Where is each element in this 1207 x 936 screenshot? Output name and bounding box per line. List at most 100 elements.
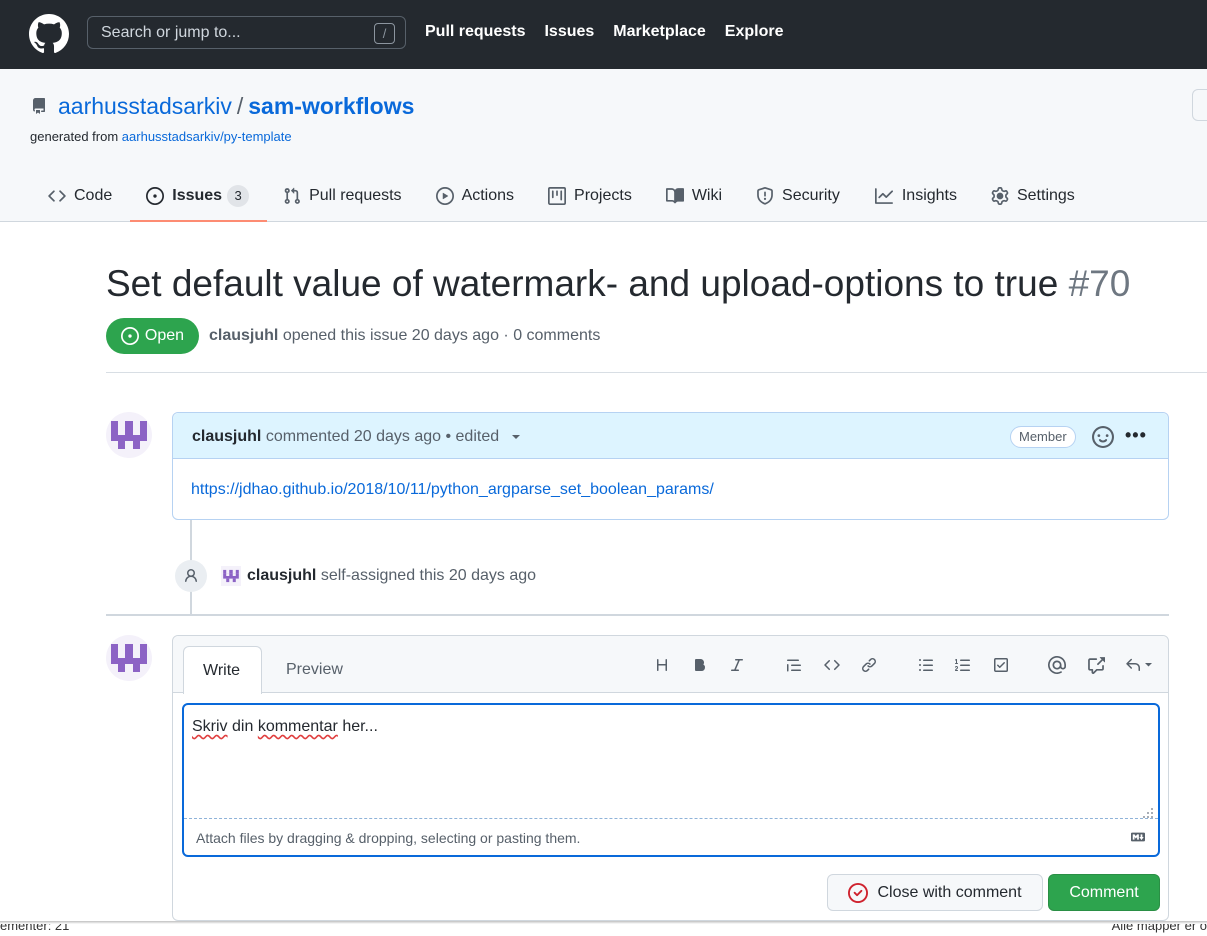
text-word: din bbox=[232, 718, 254, 735]
issue-author-link[interactable]: clausjuhl bbox=[209, 327, 278, 344]
quote-icon[interactable] bbox=[783, 654, 805, 676]
tab-projects-label: Projects bbox=[574, 186, 632, 204]
nav-explore[interactable]: Explore bbox=[725, 23, 784, 41]
repo-owner-link[interactable]: aarhusstadsarkiv bbox=[58, 93, 232, 119]
comment-body: https://jdhao.github.io/2018/10/11/pytho… bbox=[173, 459, 1168, 521]
nav-issues[interactable]: Issues bbox=[544, 23, 594, 41]
timeline-actor-link[interactable]: clausjuhl bbox=[247, 567, 316, 584]
tab-wiki[interactable]: Wiki bbox=[650, 169, 740, 222]
italic-icon[interactable] bbox=[726, 654, 748, 676]
tab-code-label: Code bbox=[74, 186, 113, 204]
repo-tabs: Code Issues 3 Pull requests Actions Proj… bbox=[32, 169, 1093, 222]
avatar[interactable] bbox=[106, 412, 152, 458]
comment-button[interactable]: Comment bbox=[1048, 874, 1160, 911]
issue-number: #70 bbox=[1068, 263, 1131, 304]
project-icon bbox=[548, 186, 567, 205]
reply-dropdown-icon[interactable] bbox=[1123, 654, 1157, 676]
editor-header: Write Preview bbox=[173, 636, 1168, 694]
timeline-divider bbox=[106, 614, 1169, 616]
ordered-list-icon[interactable] bbox=[952, 654, 974, 676]
tab-actions[interactable]: Actions bbox=[420, 169, 532, 222]
generated-prefix: generated from bbox=[30, 129, 119, 144]
repo-header: aarhusstadsarkiv / sam-workflows generated… bbox=[0, 69, 1207, 222]
bold-icon[interactable] bbox=[689, 654, 711, 676]
close-with-comment-button[interactable]: Close with comment bbox=[827, 874, 1043, 911]
tab-insights-label: Insights bbox=[901, 186, 957, 204]
attach-divider bbox=[184, 818, 1158, 819]
github-logo-icon[interactable] bbox=[29, 14, 69, 54]
identicon-avatar-icon[interactable] bbox=[221, 566, 241, 586]
markdown-icon[interactable] bbox=[1128, 830, 1148, 844]
repo-separator: / bbox=[236, 93, 244, 119]
graph-icon bbox=[874, 187, 893, 204]
heading-icon[interactable] bbox=[651, 654, 673, 676]
code-icon bbox=[48, 189, 66, 202]
tasklist-icon[interactable] bbox=[990, 654, 1012, 676]
tab-settings-label: Settings bbox=[1016, 186, 1075, 204]
play-icon bbox=[435, 186, 454, 205]
tab-code[interactable]: Code bbox=[32, 169, 130, 222]
issue-opened-icon bbox=[120, 327, 139, 345]
repo-name-link[interactable]: sam-workflows bbox=[248, 93, 414, 119]
kebab-horizontal-icon[interactable]: ••• bbox=[1125, 425, 1147, 446]
tab-pull-requests-label: Pull requests bbox=[309, 186, 402, 204]
comment-textarea[interactable]: Skriv din kommentar her... Attach files … bbox=[182, 703, 1160, 857]
tab-security[interactable]: Security bbox=[740, 169, 858, 222]
text-word: Skriv bbox=[192, 718, 228, 735]
shield-icon bbox=[757, 186, 773, 205]
nav-marketplace[interactable]: Marketplace bbox=[613, 23, 706, 41]
nav-pull-requests[interactable]: Pull requests bbox=[425, 23, 525, 41]
status-bar: ementer: 21 Alle mapper er o bbox=[0, 924, 1207, 936]
issue-closed-icon bbox=[848, 882, 869, 903]
search-input[interactable]: Search or jump to... / bbox=[87, 16, 406, 49]
timeline-event-desc: self-assigned this 20 days ago bbox=[320, 567, 537, 584]
new-comment-editor: Write Preview Skriv din kommentar her...… bbox=[172, 635, 1169, 921]
issue-title-text: Set default value of watermark- and uplo… bbox=[106, 263, 1059, 304]
issue-opened-icon bbox=[146, 186, 165, 205]
header-divider bbox=[106, 372, 1207, 373]
link-icon[interactable] bbox=[858, 654, 880, 676]
repo-icon bbox=[33, 98, 45, 114]
comment-textarea-value: Skriv din kommentar her... bbox=[192, 718, 378, 736]
comment-body-link[interactable]: https://jdhao.github.io/2018/10/11/pytho… bbox=[191, 481, 714, 498]
search-placeholder: Search or jump to... bbox=[101, 24, 241, 41]
issues-count-badge: 3 bbox=[227, 184, 250, 207]
tab-actions-label: Actions bbox=[461, 186, 515, 204]
issue-meta: clausjuhl opened this issue 20 days ago … bbox=[209, 327, 600, 345]
tab-insights[interactable]: Insights bbox=[858, 169, 975, 222]
tab-security-label: Security bbox=[782, 186, 840, 204]
git-pull-request-icon bbox=[284, 187, 300, 204]
chevron-down-icon[interactable] bbox=[510, 431, 522, 443]
timeline-event-text: clausjuhl self-assigned this 20 days ago bbox=[247, 567, 536, 585]
comment-box: clausjuhl commented 20 days ago • edited… bbox=[172, 412, 1169, 520]
issue-state-label: Open bbox=[144, 327, 185, 344]
identicon-avatar-icon bbox=[111, 421, 147, 449]
mention-icon[interactable] bbox=[1046, 654, 1068, 676]
global-header: Search or jump to... / Pull requests Iss… bbox=[0, 0, 1207, 69]
comment-header: clausjuhl commented 20 days ago • edited… bbox=[173, 413, 1168, 459]
close-with-comment-label: Close with comment bbox=[877, 883, 1022, 901]
smiley-icon[interactable] bbox=[1092, 426, 1114, 448]
tab-pull-requests[interactable]: Pull requests bbox=[267, 169, 420, 222]
tab-issues[interactable]: Issues 3 bbox=[130, 169, 267, 222]
attach-files-hint[interactable]: Attach files by dragging & dropping, sel… bbox=[196, 830, 580, 846]
tab-settings[interactable]: Settings bbox=[975, 169, 1093, 222]
tab-wiki-label: Wiki bbox=[691, 186, 723, 204]
cross-reference-icon[interactable] bbox=[1085, 654, 1107, 676]
top-nav: Pull requests Issues Marketplace Explore bbox=[425, 23, 802, 41]
comment-author-link[interactable]: clausjuhl bbox=[192, 428, 261, 445]
gear-icon bbox=[991, 186, 1009, 205]
comment-meta: clausjuhl commented 20 days ago • edited bbox=[192, 428, 522, 446]
code-icon[interactable] bbox=[821, 654, 843, 676]
unordered-list-icon[interactable] bbox=[915, 654, 937, 676]
timeline-event-badge bbox=[175, 560, 207, 592]
comment-meta-text: commented 20 days ago • edited bbox=[265, 428, 500, 445]
status-left-text: ementer: 21 bbox=[0, 924, 70, 933]
repo-action-button[interactable] bbox=[1192, 89, 1207, 121]
generated-from: generated from aarhusstadsarkiv/py-templ… bbox=[30, 129, 292, 144]
avatar[interactable] bbox=[106, 635, 152, 681]
tab-projects[interactable]: Projects bbox=[532, 169, 650, 222]
markdown-toolbar bbox=[173, 654, 1168, 676]
template-repo-link[interactable]: aarhusstadsarkiv/py-template bbox=[122, 129, 292, 144]
issue-state-badge: Open bbox=[106, 318, 199, 354]
